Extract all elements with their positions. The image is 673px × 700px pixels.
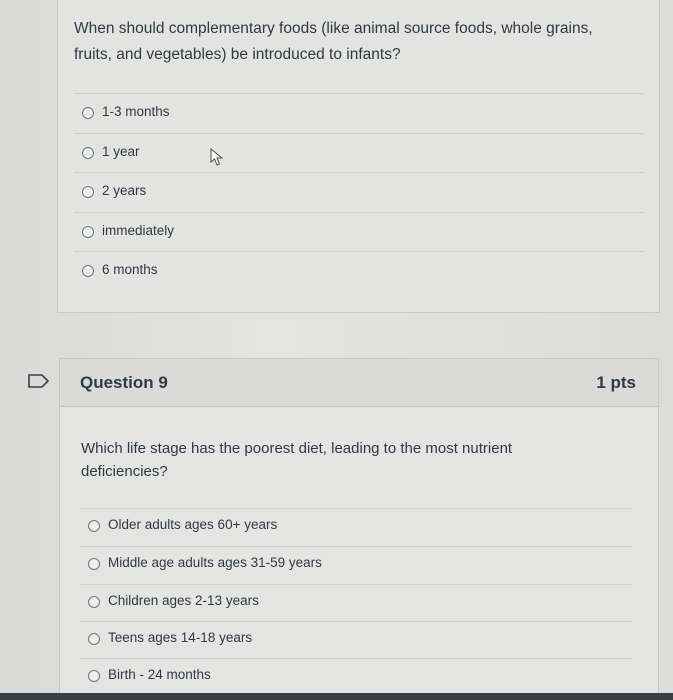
radio-button[interactable] [82,265,94,277]
question-points: 1 pts [596,373,636,392]
answer-label: Birth - 24 months [108,667,211,682]
answer-label: Teens ages 14-18 years [108,630,253,645]
answer-choice[interactable]: immediately [74,212,644,251]
answer-choice[interactable]: Children ages 2-13 years [80,584,632,621]
radio-button[interactable] [82,186,94,198]
question-8-card: When should complementary foods (like an… [57,0,660,313]
answer-label: 1 year [102,144,140,159]
answer-label: 2 years [102,183,147,198]
radio-button[interactable] [88,596,100,608]
question-title: Question 9 [80,373,168,392]
answer-choice[interactable]: 1-3 months [74,93,644,132]
answer-label: Children ages 2-13 years [108,593,259,608]
radio-button[interactable] [88,633,100,645]
bottom-bar [0,693,673,700]
question-header: Question 9 1 pts [60,359,658,407]
answer-choice[interactable]: Older adults ages 60+ years [80,508,632,545]
radio-button[interactable] [88,520,100,532]
radio-button[interactable] [82,107,94,119]
answer-choice[interactable]: 2 years [74,172,644,211]
answer-label: 1-3 months [102,104,170,119]
radio-button[interactable] [88,670,100,682]
answer-label: immediately [102,223,175,238]
answer-choice[interactable]: Teens ages 14-18 years [80,621,632,658]
question-9-text: Which life stage has the poorest diet, l… [81,440,513,480]
question-9-card: Question 9 1 pts Which life stage has th… [59,358,659,700]
mouse-cursor-icon [210,148,224,166]
answer-label: Middle age adults ages 31-59 years [108,555,322,570]
answer-label: 6 months [102,262,158,277]
answer-choice[interactable]: Birth - 24 months [80,658,632,695]
answer-choice[interactable]: 1 year [74,133,644,172]
radio-button[interactable] [82,147,94,159]
question-8-text: When should complementary foods (like an… [74,20,593,63]
answer-label: Older adults ages 60+ years [108,517,278,532]
radio-button[interactable] [88,558,100,570]
answer-choice[interactable]: 6 months [74,251,644,290]
answer-choice[interactable]: Middle age adults ages 31-59 years [80,546,632,583]
radio-button[interactable] [82,226,94,238]
flag-icon[interactable] [28,374,50,388]
